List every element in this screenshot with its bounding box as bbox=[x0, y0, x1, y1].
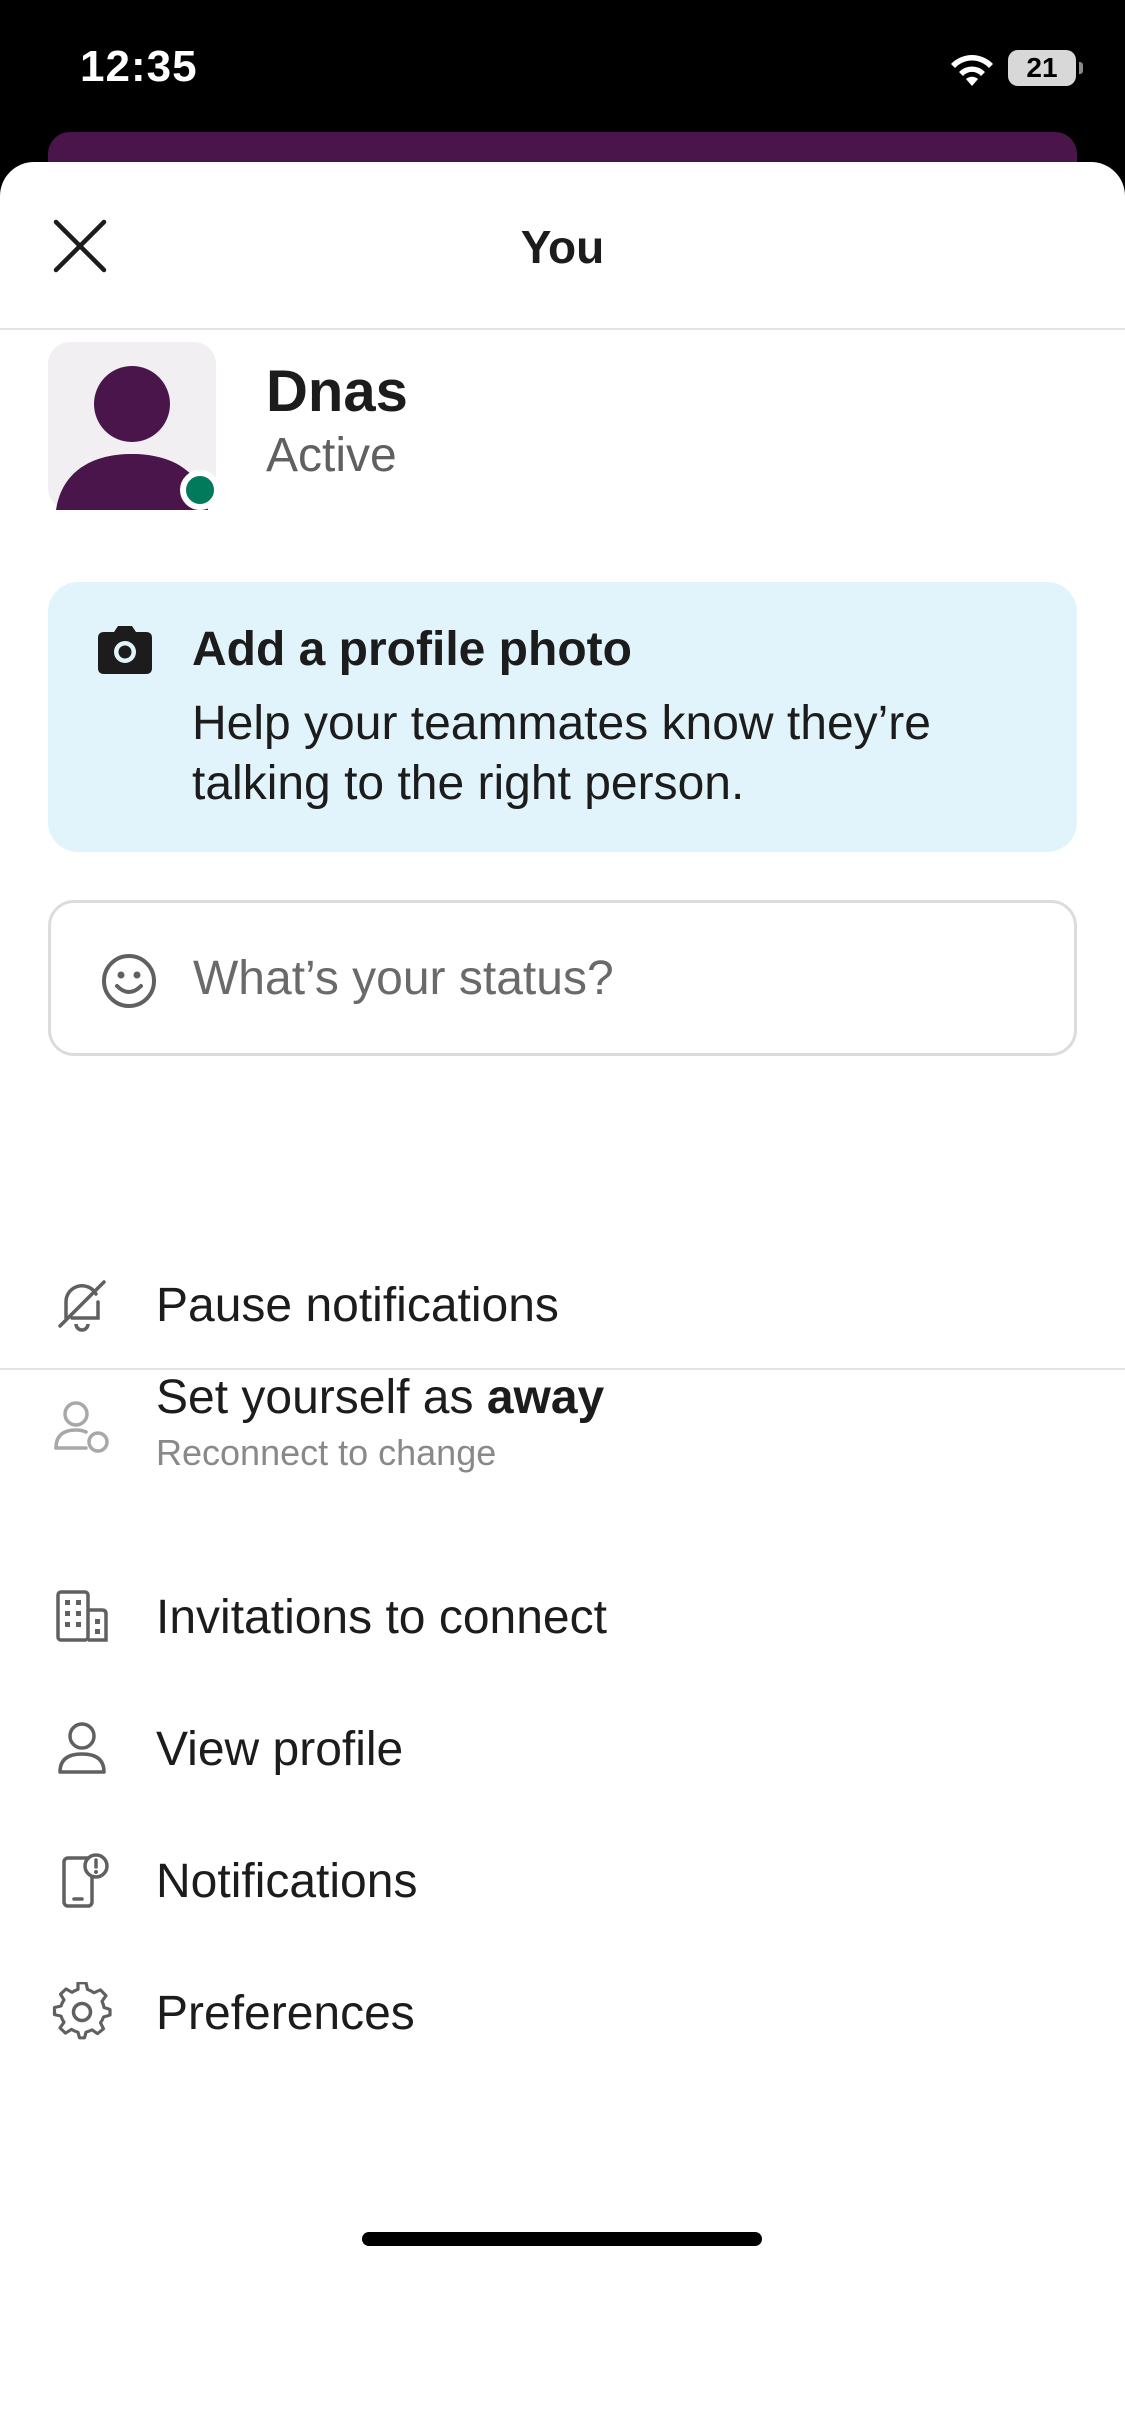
phone-notification-icon bbox=[62, 1853, 109, 1908]
status-placeholder: What’s your status? bbox=[193, 952, 614, 1005]
menu-item-label: Invitations to connect bbox=[156, 1591, 607, 1644]
profile-summary[interactable]: Dnas Active bbox=[0, 330, 1125, 530]
smile-icon bbox=[102, 954, 156, 1008]
menu-item-label: Pause notifications bbox=[156, 1279, 559, 1332]
person-away-icon bbox=[54, 1401, 109, 1453]
menu-item-preferences[interactable]: Preferences bbox=[0, 1954, 1125, 2074]
gear-icon bbox=[52, 1982, 112, 2040]
banner-description: Help your teammates know they’re talking… bbox=[192, 697, 931, 810]
battery-icon: 21 bbox=[1008, 50, 1083, 86]
camera-icon bbox=[98, 626, 152, 674]
set-away-prefix: Set yourself as bbox=[156, 1371, 487, 1424]
wifi-icon bbox=[951, 55, 993, 86]
page-title: You bbox=[520, 221, 605, 273]
set-away-label: Set yourself as away bbox=[156, 1370, 604, 1425]
section-divider bbox=[0, 1368, 1125, 1370]
bell-off-icon bbox=[58, 1280, 106, 1332]
person-icon bbox=[58, 1722, 106, 1774]
menu-item-pause-notifications[interactable]: Pause notifications bbox=[0, 1248, 1125, 1368]
home-indicator[interactable] bbox=[362, 2232, 762, 2246]
menu-item-label: Notifications bbox=[156, 1855, 418, 1908]
menu-item-label: View profile bbox=[156, 1723, 404, 1776]
sheet-header: You bbox=[0, 162, 1125, 330]
presence-status: Active bbox=[266, 429, 397, 482]
user-name: Dnas bbox=[266, 359, 408, 424]
menu-item-notifications[interactable]: Notifications bbox=[0, 1822, 1125, 1942]
presence-dot bbox=[180, 470, 220, 510]
status-time: 12:35 bbox=[80, 42, 198, 91]
status-bar: 12:35 21 bbox=[0, 0, 1125, 140]
banner-title: Add a profile photo bbox=[192, 623, 632, 676]
you-sheet: You Dnas Active Add a profile photo Help… bbox=[0, 162, 1125, 2436]
set-away-bold: away bbox=[486, 1371, 605, 1424]
menu-item-set-away[interactable]: Set yourself as away Reconnect to change bbox=[0, 1360, 1125, 1490]
set-away-sublabel: Reconnect to change bbox=[156, 1432, 497, 1473]
menu-item-label: Preferences bbox=[156, 1987, 415, 2040]
add-photo-banner[interactable]: Add a profile photo Help your teammates … bbox=[48, 582, 1077, 852]
status-input[interactable]: What’s your status? bbox=[48, 900, 1077, 1056]
menu-item-invitations[interactable]: Invitations to connect bbox=[0, 1558, 1125, 1678]
building-icon bbox=[56, 1590, 108, 1642]
menu-item-view-profile[interactable]: View profile bbox=[0, 1690, 1125, 1810]
